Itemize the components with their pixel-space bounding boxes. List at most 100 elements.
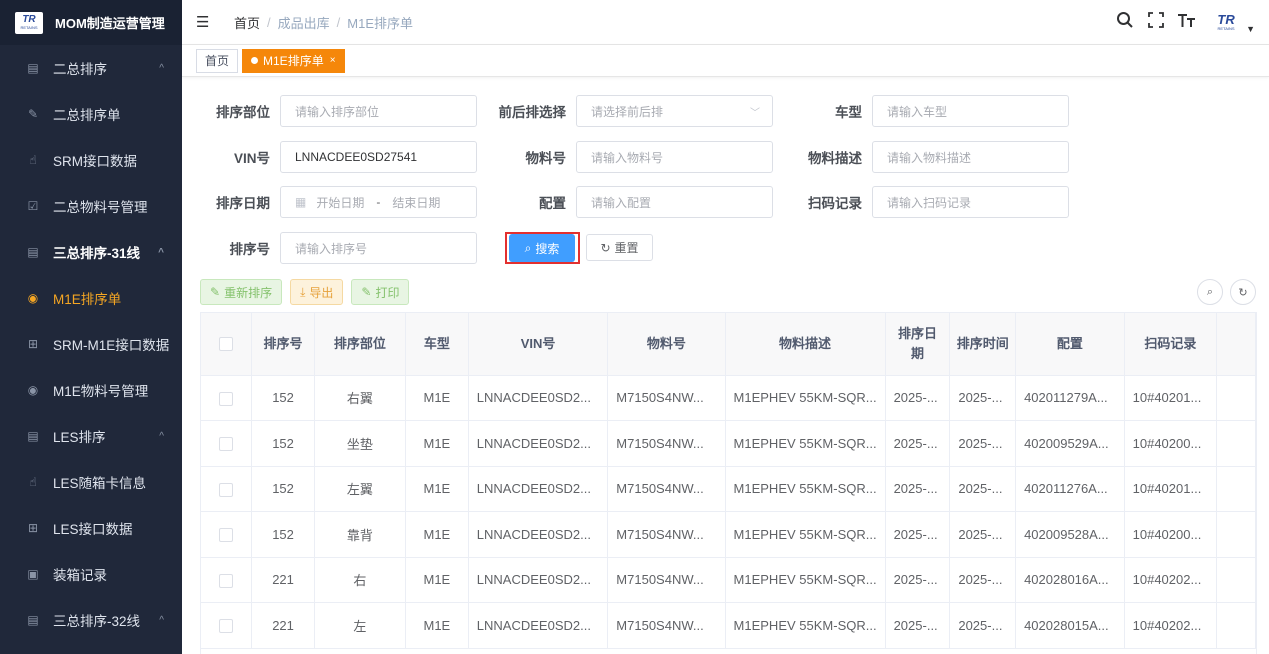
tag-home[interactable]: 首页 bbox=[196, 48, 239, 73]
list-icon: ▤ bbox=[27, 61, 39, 75]
table-cell: LNNACDEE0SD2... bbox=[468, 420, 609, 467]
row-checkbox-cell[interactable] bbox=[201, 511, 253, 558]
sidebar-item-0[interactable]: ▤ 二总排序 ^ bbox=[0, 45, 182, 91]
column-header[interactable]: VIN号 bbox=[468, 313, 609, 376]
desc-label: 物料描述 bbox=[808, 151, 862, 166]
sidebar-item-3[interactable]: ☑ 二总物料号管理 bbox=[0, 183, 182, 229]
tags-view: 首页 M1E排序单 × bbox=[182, 45, 1269, 77]
sidebar-item-10[interactable]: ⊞ LES接口数据 bbox=[0, 505, 182, 551]
table-row[interactable]: 221 左 M1E LNNACDEE0SD2... M7150S4NW... M1EPHE… bbox=[201, 602, 1256, 649]
column-header[interactable]: 扫码记录 bbox=[1124, 313, 1218, 376]
resort-button[interactable]: ✎ 重新排序 bbox=[200, 279, 283, 305]
sidebar-item-9[interactable]: ☝ LES随箱卡信息 bbox=[0, 459, 182, 505]
checkbox[interactable] bbox=[219, 391, 234, 406]
vin-input[interactable]: LNNACDEE0SD27541 bbox=[280, 141, 477, 173]
caret-down-icon[interactable]: ▼ bbox=[1246, 24, 1255, 34]
search-icon[interactable] bbox=[1116, 11, 1134, 34]
row-checkbox-cell[interactable] bbox=[201, 466, 253, 512]
hamburger-icon[interactable]: ☰ bbox=[196, 13, 212, 31]
row-checkbox-cell[interactable] bbox=[201, 557, 253, 603]
sidebar-item-label: 三总排序-31线 bbox=[53, 246, 141, 261]
fullscreen-icon[interactable] bbox=[1148, 11, 1164, 33]
search-button[interactable]: ⌕ 搜索 bbox=[509, 234, 575, 262]
scan-input[interactable]: 请输入扫码记录 bbox=[872, 186, 1069, 218]
row-actions-cell bbox=[1216, 602, 1256, 649]
checkbox-icon: ☑ bbox=[27, 199, 39, 213]
header: ☰ 首页 / 成品出库 / M1E排序单 TR RETAINS ▼ bbox=[182, 0, 1269, 45]
table-cell: M7150S4NW... bbox=[607, 420, 726, 467]
table-cell: LNNACDEE0SD2... bbox=[468, 375, 609, 421]
config-label: 配置 bbox=[539, 196, 566, 211]
print-button[interactable]: ✎ 打印 bbox=[351, 279, 410, 305]
model-input[interactable]: 请输入车型 bbox=[872, 95, 1069, 127]
sidebar-item-12[interactable]: ▤ 三总排序-32线 ^ bbox=[0, 597, 182, 643]
table-row[interactable]: 221 右 M1E LNNACDEE0SD2... M7150S4NW... M1EPHE… bbox=[201, 557, 1256, 603]
dept-input[interactable]: 请输入排序部位 bbox=[280, 95, 477, 127]
column-header[interactable]: 配置 bbox=[1015, 313, 1125, 376]
table-cell: M1EPHEV 55KM-SQR... bbox=[725, 466, 886, 512]
toggle-search-button[interactable]: ⌕ bbox=[1197, 279, 1223, 305]
table-cell: 152 bbox=[251, 420, 315, 467]
column-header[interactable]: 物料号 bbox=[607, 313, 726, 376]
column-header[interactable]: 排序部位 bbox=[314, 313, 406, 376]
sidebar-item-label: 二总排序 bbox=[53, 62, 107, 77]
column-header[interactable]: 车型 bbox=[405, 313, 469, 376]
font-size-icon[interactable] bbox=[1178, 12, 1196, 33]
refresh-icon: ↻ bbox=[600, 240, 611, 255]
breadcrumb-home[interactable]: 首页 bbox=[234, 13, 260, 32]
row-checkbox-cell[interactable] bbox=[201, 375, 253, 421]
table-cell: 152 bbox=[251, 466, 315, 512]
sidebar-item-5[interactable]: ◉ M1E排序单 bbox=[0, 275, 182, 321]
table-row[interactable]: 152 坐垫 M1E LNNACDEE0SD2... M7150S4NW... M1EPH… bbox=[201, 420, 1256, 467]
sidebar-item-7[interactable]: ◉ M1E物料号管理 bbox=[0, 367, 182, 413]
date-range-picker[interactable]: ▦ 开始日期 - 结束日期 bbox=[280, 186, 477, 218]
desc-input[interactable]: 请输入物料描述 bbox=[872, 141, 1069, 173]
table-cell: LNNACDEE0SD2... bbox=[468, 557, 609, 603]
checkbox[interactable] bbox=[219, 482, 234, 497]
refresh-button[interactable]: ↻ bbox=[1230, 279, 1256, 305]
checkbox[interactable] bbox=[219, 337, 234, 352]
reset-button[interactable]: ↻ 重置 bbox=[586, 234, 653, 261]
avatar[interactable]: TR RETAINS bbox=[1210, 11, 1242, 33]
export-button[interactable]: ⤓ 导出 bbox=[290, 279, 344, 305]
sidebar-item-11[interactable]: ▣ 装箱记录 bbox=[0, 551, 182, 597]
tag-m1e-sort-order[interactable]: M1E排序单 × bbox=[242, 48, 345, 73]
select-all-checkbox-cell[interactable] bbox=[201, 313, 253, 376]
date-end: 结束日期 bbox=[392, 195, 441, 210]
table-cell: 10#40202... bbox=[1124, 602, 1218, 649]
column-header[interactable]: 排序时间 bbox=[949, 313, 1017, 376]
column-header[interactable]: 排序日期 bbox=[885, 313, 951, 376]
table-cell: M1E bbox=[405, 511, 469, 558]
row-checkbox-cell[interactable] bbox=[201, 420, 253, 467]
sidebar-item-2[interactable]: ☝ SRM接口数据 bbox=[0, 137, 182, 183]
checkbox[interactable] bbox=[219, 573, 234, 588]
row-checkbox-cell[interactable] bbox=[201, 602, 253, 649]
frontback-select[interactable]: 请选择前后排 ﹀ bbox=[576, 95, 773, 127]
column-header[interactable]: 物料描述 bbox=[725, 313, 886, 376]
close-icon[interactable]: × bbox=[330, 55, 336, 66]
table-cell: 2025-... bbox=[949, 466, 1017, 512]
sidebar-item-label: LES随箱卡信息 bbox=[53, 476, 147, 491]
table-cell: 402009528A... bbox=[1015, 511, 1125, 558]
sidebar-item-4[interactable]: ▤ 三总排序-31线 ^ bbox=[0, 229, 182, 275]
checkbox[interactable] bbox=[219, 528, 234, 543]
table-cell: 2025-... bbox=[885, 602, 951, 649]
target-icon: ◉ bbox=[27, 383, 39, 397]
breadcrumb-current: M1E排序单 bbox=[347, 15, 414, 31]
sidebar-item-8[interactable]: ▤ LES排序 ^ bbox=[0, 413, 182, 459]
column-header[interactable]: 排序号 bbox=[251, 313, 315, 376]
seq-input[interactable]: 请输入排序号 bbox=[280, 232, 477, 264]
checkbox[interactable] bbox=[219, 437, 234, 452]
seq-label: 排序号 bbox=[229, 242, 271, 257]
config-input[interactable]: 请输入配置 bbox=[576, 186, 773, 218]
table-body: 152 右翼 M1E LNNACDEE0SD2... M7150S4NW... M1EPH… bbox=[201, 375, 1256, 649]
material-input[interactable]: 请输入物料号 bbox=[576, 141, 773, 173]
table-row[interactable]: 152 右翼 M1E LNNACDEE0SD2... M7150S4NW... M1EPH… bbox=[201, 375, 1256, 421]
table-row[interactable]: 152 靠背 M1E LNNACDEE0SD2... M7150S4NW... M1EPH… bbox=[201, 511, 1256, 558]
checkbox[interactable] bbox=[219, 619, 234, 634]
sidebar-item-1[interactable]: ✎ 二总排序单 bbox=[0, 91, 182, 137]
sidebar-item-6[interactable]: ⊞ SRM-M1E接口数据 bbox=[0, 321, 182, 367]
table-row[interactable]: 152 左翼 M1E LNNACDEE0SD2... M7150S4NW... M1EPH… bbox=[201, 466, 1256, 512]
target-icon: ◉ bbox=[27, 291, 39, 305]
list-icon: ▤ bbox=[27, 613, 39, 627]
